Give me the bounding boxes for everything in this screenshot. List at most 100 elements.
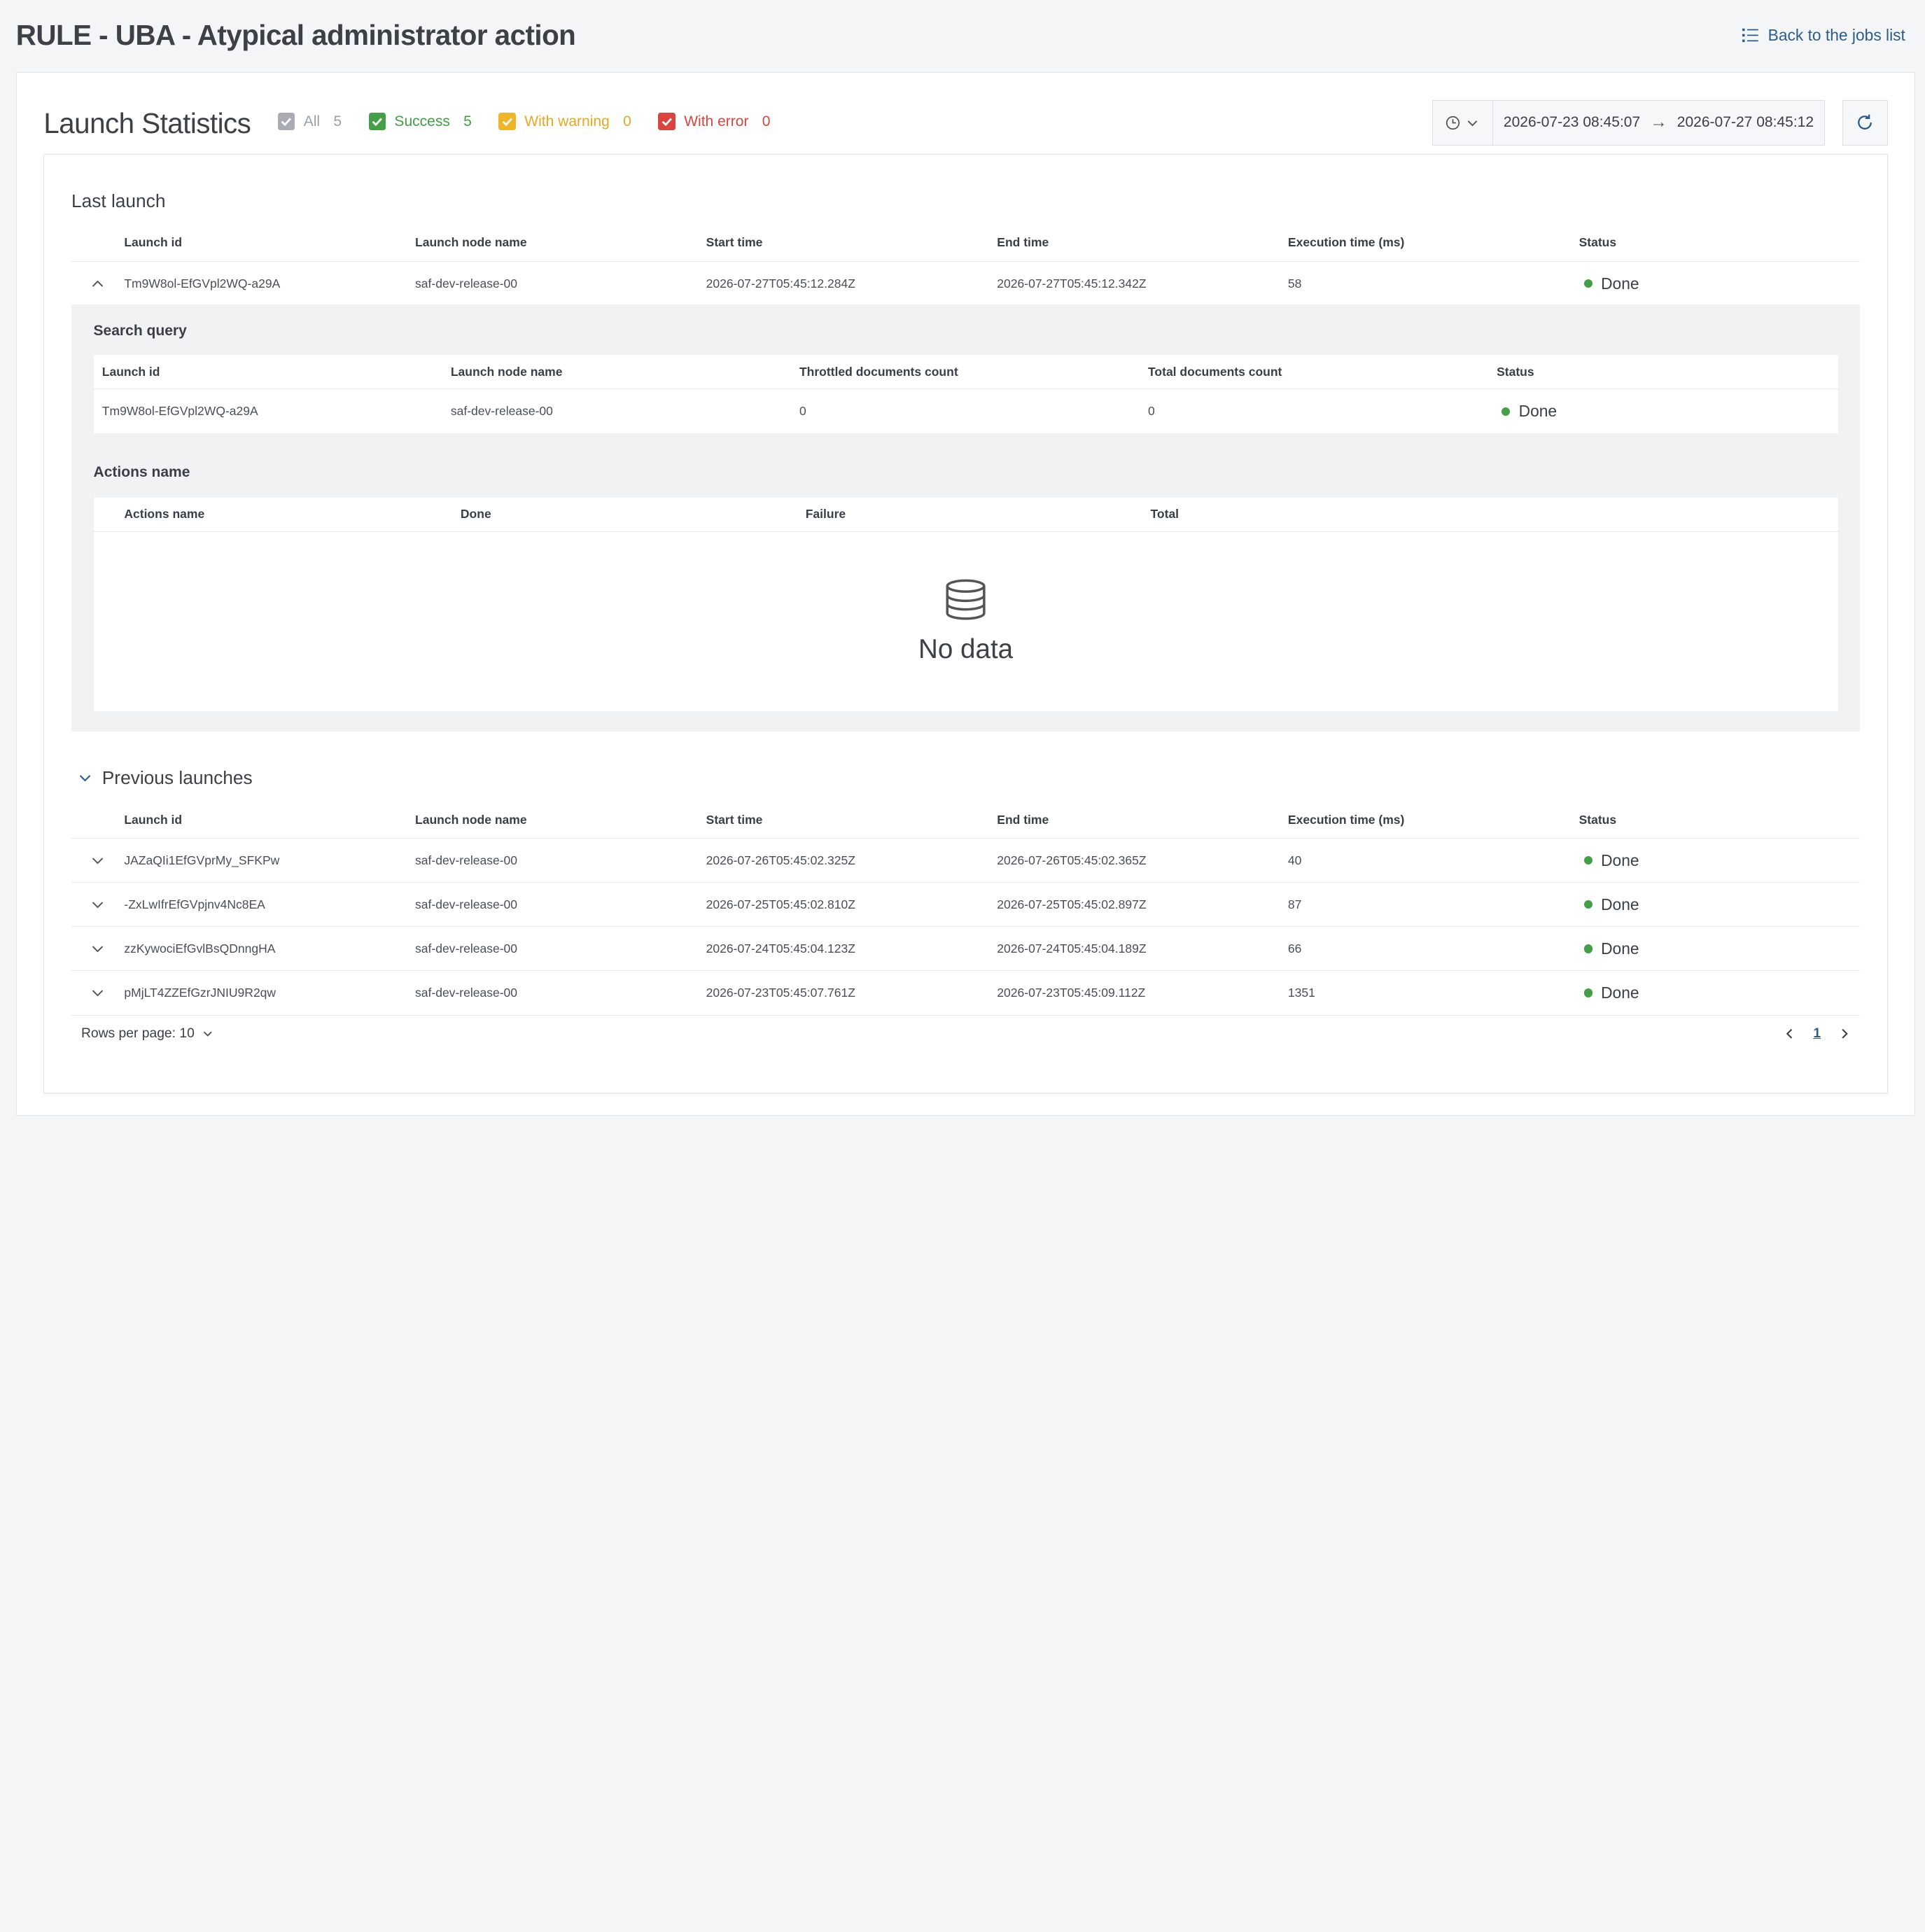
cell-throttled: 0 <box>799 404 806 419</box>
filter-warning[interactable]: With warning 0 <box>498 113 631 131</box>
status-label: Done <box>1601 274 1639 293</box>
checkbox-icon[interactable] <box>658 113 676 131</box>
actions-name-title: Actions name <box>93 464 190 481</box>
table-row[interactable]: zzKywociEfGvlBsQDnngHA saf-dev-release-0… <box>71 927 1861 972</box>
search-query-table: Launch id Launch node name Throttled doc… <box>93 355 1838 434</box>
date-range-picker[interactable]: 2026-07-23 08:45:07 → 2026-07-27 08:45:1… <box>1432 100 1826 146</box>
col-end: End time <box>997 812 1049 827</box>
table-row[interactable]: Tm9W8ol-EfGVpl2WQ-a29A saf-dev-release-0… <box>71 262 1860 306</box>
rows-per-page-select[interactable]: Rows per page: 10 <box>71 1026 214 1042</box>
cell-exec: 58 <box>1287 276 1302 290</box>
cell-end: 2026-07-24T05:45:04.189Z <box>997 941 1147 955</box>
cell-node: saf-dev-release-00 <box>415 986 518 1000</box>
col-actions-name: Actions name <box>124 507 205 522</box>
table-header: Launch id Launch node name Start time En… <box>71 802 1861 839</box>
status-dot <box>1583 279 1592 288</box>
chevron-left-icon[interactable] <box>1784 1028 1796 1040</box>
chevron-down-icon <box>92 857 104 864</box>
col-start: Start time <box>706 812 763 827</box>
cell-start: 2026-07-27T05:45:12.284Z <box>706 276 855 290</box>
empty-state: No data <box>94 532 1838 711</box>
status-dot <box>1583 988 1592 997</box>
filter-error-count: 0 <box>762 113 771 130</box>
launch-statistics-card: Launch Statistics All 5 Success 5 With w… <box>15 72 1915 1116</box>
status-filters: All 5 Success 5 With warning 0 With erro… <box>277 113 771 131</box>
filter-warning-count: 0 <box>623 113 631 130</box>
cell-exec: 40 <box>1287 853 1302 867</box>
expand-row-button[interactable] <box>71 897 124 912</box>
col-node: Launch node name <box>415 235 527 250</box>
time-preset-dropdown[interactable] <box>1433 101 1493 145</box>
cell-launch-id: JAZaQIi1EfGVprMy_SFKPw <box>124 853 280 867</box>
cell-node: saf-dev-release-00 <box>415 941 518 955</box>
date-from: 2026-07-23 08:45:07 <box>1503 114 1641 131</box>
filter-all[interactable]: All 5 <box>277 113 342 131</box>
status-badge: Done <box>1579 939 1861 958</box>
title-bar: RULE - UBA - Atypical administrator acti… <box>0 0 1925 71</box>
cell-node: saf-dev-release-00 <box>450 404 553 419</box>
col-status: Status <box>1497 364 1534 379</box>
previous-launches-title: Previous launches <box>102 767 253 789</box>
page: RULE - UBA - Atypical administrator acti… <box>0 0 1925 1116</box>
chevron-right-icon[interactable] <box>1838 1028 1851 1040</box>
col-start: Start time <box>706 235 763 250</box>
col-total: Total <box>1150 507 1180 522</box>
page-number[interactable]: 1 <box>1813 1026 1821 1042</box>
expand-row-button[interactable] <box>71 986 124 1000</box>
last-launch-table: Launch id Launch node name Start time En… <box>71 225 1861 306</box>
actions-table: Actions name Done Failure Total No data <box>93 497 1838 711</box>
col-status: Status <box>1578 812 1617 827</box>
chevron-down-icon <box>1467 120 1478 127</box>
col-total-docs: Total documents count <box>1148 364 1282 379</box>
col-throttled: Throttled documents count <box>799 364 958 379</box>
status-label: Done <box>1601 939 1639 958</box>
col-launch-id: Launch id <box>124 812 183 827</box>
expand-row-button[interactable] <box>71 941 124 956</box>
table-row[interactable]: pMjLT4ZZEfGzrJNIU9R2qw saf-dev-release-0… <box>71 971 1861 1016</box>
date-arrow: → <box>1650 113 1667 132</box>
table-row[interactable]: Tm9W8ol-EfGVpl2WQ-a29A saf-dev-release-0… <box>94 389 1838 433</box>
table-row[interactable]: -ZxLwIfrEfGVpjnv4Nc8EA saf-dev-release-0… <box>71 883 1861 927</box>
filter-success-count: 5 <box>463 113 472 130</box>
cell-launch-id: pMjLT4ZZEfGzrJNIU9R2qw <box>124 986 276 1000</box>
col-node: Launch node name <box>450 364 563 379</box>
status-badge: Done <box>1579 983 1861 1002</box>
cell-launch-id: Tm9W8ol-EfGVpl2WQ-a29A <box>102 404 258 419</box>
previous-launches-toggle[interactable]: Previous launches <box>78 767 253 789</box>
cell-end: 2026-07-25T05:45:02.897Z <box>997 897 1147 911</box>
status-badge: Done <box>1579 274 1861 293</box>
filter-error-label: With error <box>684 113 749 130</box>
checkbox-icon[interactable] <box>277 113 295 131</box>
cell-node: saf-dev-release-00 <box>415 276 518 290</box>
status-label: Done <box>1601 850 1639 869</box>
expand-row-button[interactable] <box>71 853 124 868</box>
refresh-button[interactable] <box>1842 100 1888 146</box>
cell-total-docs: 0 <box>1148 404 1155 419</box>
status-dot <box>1502 407 1511 416</box>
status-dot <box>1583 944 1592 953</box>
rows-per-page-label: Rows per page: 10 <box>80 1026 195 1041</box>
date-to: 2026-07-27 08:45:12 <box>1676 114 1814 131</box>
chevron-down-icon <box>79 775 90 782</box>
filter-warning-label: With warning <box>524 113 610 130</box>
cell-exec: 1351 <box>1287 986 1315 1000</box>
collapse-row-button[interactable] <box>71 276 124 291</box>
cell-launch-id: zzKywociEfGvlBsQDnngHA <box>124 941 276 955</box>
date-range-text[interactable]: 2026-07-23 08:45:07 → 2026-07-27 08:45:1… <box>1493 101 1824 145</box>
filter-error[interactable]: With error 0 <box>658 113 771 131</box>
col-exec: Execution time (ms) <box>1287 235 1405 250</box>
stats-header: Launch Statistics All 5 Success 5 With w… <box>17 73 1914 154</box>
checkbox-icon[interactable] <box>498 113 516 131</box>
cell-end: 2026-07-27T05:45:12.342Z <box>997 276 1147 290</box>
back-to-jobs-link[interactable]: Back to the jobs list <box>1742 26 1905 45</box>
previous-launches-table: Launch id Launch node name Start time En… <box>71 802 1861 1016</box>
table-row[interactable]: JAZaQIi1EfGVprMy_SFKPw saf-dev-release-0… <box>71 839 1861 883</box>
filter-success[interactable]: Success 5 <box>368 113 472 131</box>
back-link-label: Back to the jobs list <box>1768 26 1905 45</box>
cell-end: 2026-07-23T05:45:09.112Z <box>997 986 1146 1000</box>
pagination: 1 <box>1784 1026 1860 1042</box>
cell-launch-id: Tm9W8ol-EfGVpl2WQ-a29A <box>124 276 281 290</box>
status-label: Done <box>1601 983 1639 1002</box>
col-launch-id: Launch id <box>124 235 183 250</box>
checkbox-icon[interactable] <box>368 113 386 131</box>
